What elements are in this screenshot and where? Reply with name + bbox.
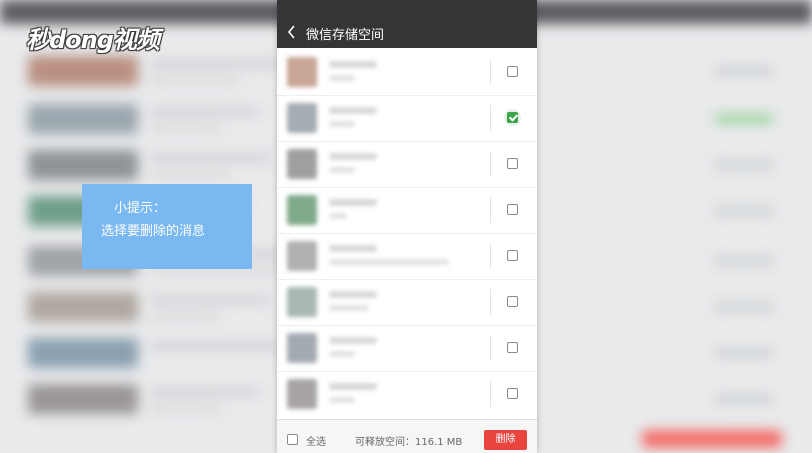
chat-avatar (287, 333, 317, 363)
bg-delete-button (642, 430, 782, 448)
bottom-action-bar: 全选 可释放空间：116.1 MB 删除 (277, 419, 537, 453)
item-checkbox[interactable] (507, 296, 518, 307)
chat-avatar (287, 103, 317, 133)
item-checkbox[interactable] (507, 388, 518, 399)
item-checkbox[interactable] (507, 204, 518, 215)
item-checkbox[interactable] (507, 66, 518, 77)
video-logo: 秒dong视频 (26, 26, 160, 54)
list-item[interactable] (277, 325, 537, 371)
chat-avatar (287, 195, 317, 225)
back-arrow-icon[interactable] (287, 24, 297, 44)
title-bar: 微信存储空间 (277, 0, 537, 48)
chat-avatar (287, 287, 317, 317)
tip-title: 小提示： (114, 201, 167, 216)
chat-avatar (287, 149, 317, 179)
page-title: 微信存储空间 (306, 28, 385, 43)
list-item[interactable] (277, 371, 537, 417)
chat-avatar (287, 379, 317, 409)
free-space-text: 可释放空间：116.1 MB (355, 437, 463, 448)
tip-box: 小提示： 选择要删除的消息 (82, 184, 252, 269)
phone-screen: 微信存储空间 全选 可释放空间：116.1 MB 删除 (277, 0, 537, 453)
tip-text: 选择要删除的消息 (101, 224, 206, 239)
list-item[interactable] (277, 279, 537, 325)
select-all-label[interactable]: 全选 (306, 433, 326, 448)
list-item[interactable] (277, 95, 537, 141)
list-item[interactable] (277, 233, 537, 279)
list-item[interactable] (277, 49, 537, 95)
delete-button[interactable]: 删除 (484, 430, 527, 450)
item-checkbox[interactable] (507, 158, 518, 169)
item-checkbox-checked[interactable] (507, 112, 518, 123)
chat-avatar (287, 241, 317, 271)
item-checkbox[interactable] (507, 342, 518, 353)
list-item[interactable] (277, 187, 537, 233)
list-item[interactable] (277, 141, 537, 187)
select-all-checkbox[interactable] (287, 434, 298, 445)
chat-avatar (287, 57, 317, 87)
item-checkbox[interactable] (507, 250, 518, 261)
